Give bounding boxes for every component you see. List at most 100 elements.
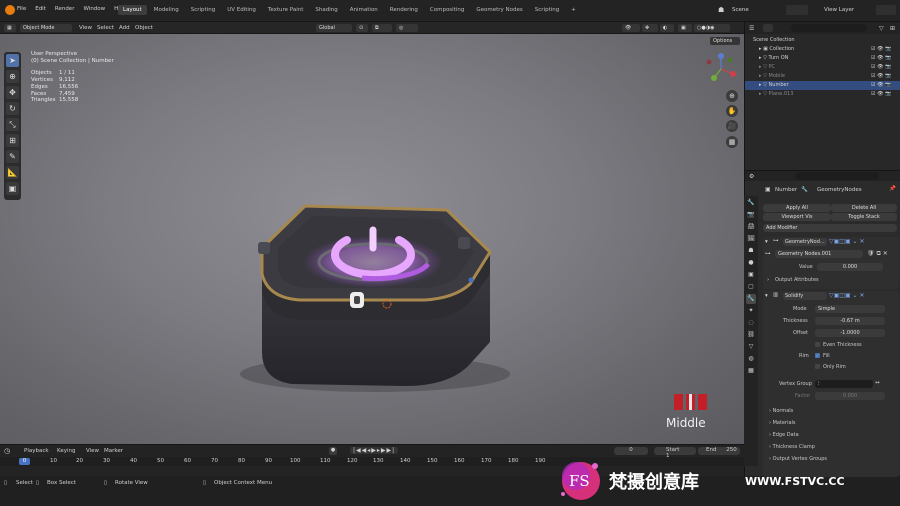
annotate-tool-icon[interactable]: ✎ — [6, 150, 19, 163]
constraints-tab-icon[interactable]: ⛓ — [746, 330, 756, 340]
timeline-view-menu[interactable]: View — [86, 448, 99, 454]
measure-tool-icon[interactable]: 📐 — [6, 166, 19, 179]
modifier-name-field[interactable]: GeometryNod... — [783, 238, 827, 246]
outliner-editor-icon[interactable]: ☰ — [749, 25, 754, 32]
delete-all-button[interactable]: Delete All — [831, 204, 897, 212]
tab-sculpting[interactable]: Scripting — [186, 5, 220, 15]
tab-shading[interactable]: Shading — [310, 5, 342, 15]
add-cube-tool-icon[interactable]: ▣ — [6, 182, 19, 195]
tab-modeling[interactable]: Modeling — [149, 5, 184, 15]
object-menu[interactable]: Object — [135, 25, 153, 31]
playback-menu[interactable]: Playback — [24, 448, 49, 454]
visibility-toggles[interactable]: ☑ 👁 📷 ☑ 👁 📷 ☑ 👁 📷 ☑ 👁 📷 ☑ 👁 📷 ☑ 👁 📷 — [871, 45, 891, 99]
menu-file[interactable]: File — [17, 6, 26, 12]
tab-rendering[interactable]: Rendering — [385, 5, 423, 15]
value-field[interactable]: 0.000 — [817, 263, 883, 271]
new-collection-icon[interactable]: ⊞ — [890, 25, 895, 32]
rotate-tool-icon[interactable]: ↻ — [6, 102, 19, 115]
menu-edit[interactable]: Edit — [35, 6, 46, 12]
viewport-vis-button[interactable]: Viewport Vis — [763, 213, 831, 221]
node-group-actions[interactable]: 🛡 ⧉ ✕ — [867, 250, 888, 258]
add-workspace-button[interactable]: + — [566, 5, 581, 15]
outliner-search-input[interactable] — [791, 24, 867, 32]
edge-data-panel[interactable]: › Edge Data — [769, 432, 799, 438]
add-menu[interactable]: Add — [119, 25, 130, 31]
menu-render[interactable]: Render — [55, 6, 75, 12]
panel-collapse-icon[interactable]: ▾ — [765, 239, 768, 245]
materials-panel[interactable]: › Materials — [769, 420, 796, 426]
current-frame-field[interactable]: 0 — [614, 447, 648, 455]
tab-uv-editing[interactable]: UV Editing — [222, 5, 261, 15]
properties-search-input[interactable] — [795, 172, 879, 180]
physics-tab-icon[interactable]: ◌ — [746, 318, 756, 328]
thickness-clamp-panel[interactable]: › Thickness Clamp — [769, 444, 815, 450]
marker-menu[interactable]: Marker — [104, 448, 123, 454]
data-tab-icon[interactable]: ▽ — [746, 342, 756, 352]
scene-name[interactable]: Scene — [732, 7, 749, 13]
view-menu[interactable]: View — [79, 25, 92, 31]
node-group-field[interactable]: Geometry Nodes.001 — [775, 250, 863, 258]
solidify-name-field[interactable]: Solidify — [783, 292, 827, 300]
navigation-gizmo[interactable] — [704, 52, 738, 86]
transform-tool-icon[interactable]: ⊞ — [6, 134, 19, 147]
menu-window[interactable]: Window — [83, 6, 105, 12]
tab-compositing[interactable]: Compositing — [425, 5, 469, 15]
blender-logo-icon[interactable] — [5, 5, 15, 15]
select-tool-icon[interactable]: ➤ — [6, 54, 19, 67]
filter-icon[interactable]: ▽ — [879, 25, 884, 32]
mode-dropdown[interactable]: Simple — [815, 305, 885, 313]
cursor-tool-icon[interactable]: ⊕ — [6, 70, 19, 83]
only-rim-checkbox[interactable] — [815, 364, 820, 369]
proportional-icon[interactable]: ◎ — [396, 24, 418, 32]
view-layer-tab-icon[interactable]: 🖼 — [746, 234, 756, 244]
tab-scripting[interactable]: Scripting — [530, 5, 564, 15]
apply-all-button[interactable]: Apply All — [763, 204, 831, 212]
snap-icon[interactable]: ⧉ — [372, 24, 392, 32]
gizmo-toggle-icon[interactable]: ✥ — [642, 24, 658, 32]
playhead[interactable]: 0 — [19, 458, 30, 465]
fill-checkbox[interactable]: ✓ — [815, 353, 820, 358]
grid-icon[interactable]: ▦ — [726, 136, 738, 148]
editor-type-icon[interactable]: ▦ — [4, 24, 16, 32]
keying-menu[interactable]: Keying — [57, 448, 75, 454]
visibility-icon[interactable]: 👁 — [622, 24, 640, 32]
properties-editor-icon[interactable]: ⚙ — [749, 173, 754, 180]
zoom-icon[interactable]: ⊕ — [726, 90, 738, 102]
add-modifier-dropdown[interactable]: Add Modifier — [763, 224, 897, 232]
tool-tab-icon[interactable]: 🔧 — [746, 198, 756, 208]
tab-layout[interactable]: Layout — [118, 5, 147, 15]
invert-vgroup-icon[interactable]: ↔ — [875, 380, 880, 386]
camera-icon[interactable]: 🎥 — [726, 120, 738, 132]
pan-hand-icon[interactable]: ✋ — [726, 105, 738, 117]
offset-field[interactable]: -1.0000 — [815, 329, 885, 337]
end-frame-field[interactable]: End 250 — [698, 447, 740, 455]
mode-select[interactable]: Object Mode — [20, 24, 72, 32]
output-attributes-chevron-icon[interactable]: › — [767, 277, 769, 283]
pivot-icon[interactable]: ⊙ — [356, 24, 368, 32]
3d-viewport[interactable]: User Perspective (0) Scene Collection | … — [0, 34, 744, 444]
material-tab-icon[interactable]: ◍ — [746, 354, 756, 364]
factor-field[interactable]: 0.000 — [815, 392, 885, 400]
view-layer-field[interactable] — [876, 5, 896, 15]
texture-tab-icon[interactable]: ▦ — [746, 366, 756, 376]
playback-controls[interactable]: |◀◀◂▶▸▶▶| — [350, 447, 399, 454]
overlay-toggle-icon[interactable]: ◐ — [660, 24, 674, 32]
scale-tool-icon[interactable]: ⤡ — [6, 118, 19, 131]
outliner-mode-icon[interactable] — [763, 24, 773, 32]
pin-icon[interactable]: 📌 — [889, 186, 896, 192]
toggle-stack-button[interactable]: Toggle Stack — [831, 213, 897, 221]
xray-icon[interactable]: ▣ — [678, 24, 692, 32]
view-layer-name[interactable]: View Layer — [824, 7, 854, 13]
orientation-select[interactable]: Global — [316, 24, 352, 32]
scene-field[interactable] — [786, 5, 808, 15]
tab-animation[interactable]: Animation — [345, 5, 383, 15]
move-tool-icon[interactable]: ✥ — [6, 86, 19, 99]
vertex-group-field[interactable]: ⁝ — [815, 380, 873, 388]
scene-tab-icon[interactable]: ☗ — [746, 246, 756, 256]
even-thickness-checkbox[interactable] — [815, 342, 820, 347]
thickness-field[interactable]: -0.67 m — [815, 317, 885, 325]
tab-texture-paint[interactable]: Texture Paint — [263, 5, 309, 15]
world-tab-icon[interactable]: ● — [746, 258, 756, 268]
output-attributes-panel[interactable]: Output Attributes — [775, 277, 819, 283]
panel-collapse-icon[interactable]: ▾ — [765, 293, 768, 299]
